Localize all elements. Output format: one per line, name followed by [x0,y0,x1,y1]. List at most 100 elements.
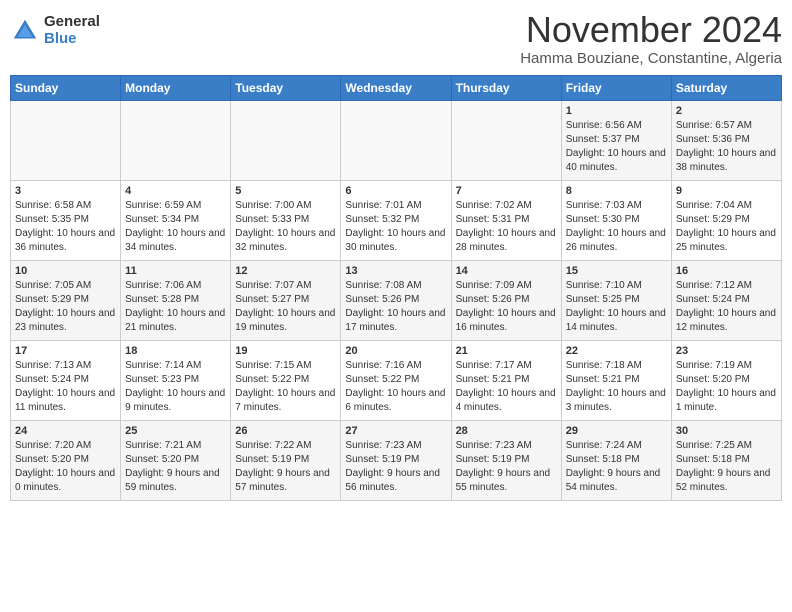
day-number: 7 [456,185,557,197]
day-number: 10 [15,265,116,277]
day-info: Sunrise: 7:08 AMSunset: 5:26 PMDaylight:… [345,279,446,335]
logo-blue-text: Blue [44,31,100,48]
calendar-week-row: 1 Sunrise: 6:56 AMSunset: 5:37 PMDaylight… [11,100,782,180]
calendar-day-cell: 13 Sunrise: 7:08 AMSunset: 5:26 PMDayligh… [341,260,451,340]
calendar-day-cell: 30 Sunrise: 7:25 AMSunset: 5:18 PMDayligh… [671,420,781,500]
calendar-day-cell: 7 Sunrise: 7:02 AMSunset: 5:31 PMDaylight… [451,180,561,260]
month-title: November 2024 [520,10,782,50]
weekday-header-cell: Monday [121,75,231,100]
day-number: 18 [125,345,226,357]
day-number: 25 [125,425,226,437]
day-info: Sunrise: 6:57 AMSunset: 5:36 PMDaylight:… [676,119,777,175]
weekday-header-cell: Tuesday [231,75,341,100]
calendar-day-cell: 2Sunrise: 6:57 AMSunset: 5:36 PMDaylight… [671,100,781,180]
day-info: Sunrise: 7:24 AMSunset: 5:18 PMDaylight:… [566,439,667,495]
calendar-day-cell: 12 Sunrise: 7:07 AMSunset: 5:27 PMDayligh… [231,260,341,340]
day-info: Sunrise: 7:09 AMSunset: 5:26 PMDaylight:… [456,279,557,335]
weekday-header-cell: Wednesday [341,75,451,100]
day-info: Sunrise: 7:15 AMSunset: 5:22 PMDaylight:… [235,359,336,415]
weekday-header-row: SundayMondayTuesdayWednesdayThursdayFrid… [11,75,782,100]
day-info: Sunrise: 7:23 AMSunset: 5:19 PMDaylight:… [456,439,557,495]
day-info: Sunrise: 7:01 AMSunset: 5:32 PMDaylight:… [345,199,446,255]
day-info: Sunrise: 7:00 AMSunset: 5:33 PMDaylight:… [235,199,336,255]
calendar-body: 1 Sunrise: 6:56 AMSunset: 5:37 PMDaylight… [11,100,782,500]
title-area: November 2024 Hamma Bouziane, Constantin… [520,10,782,67]
day-number: 29 [566,425,667,437]
calendar-day-cell: 5 Sunrise: 7:00 AMSunset: 5:33 PMDaylight… [231,180,341,260]
day-info: Sunrise: 7:02 AMSunset: 5:31 PMDaylight:… [456,199,557,255]
calendar-week-row: 17 Sunrise: 7:13 AMSunset: 5:24 PMDayligh… [11,340,782,420]
day-number: 30 [676,425,777,437]
day-info: Sunrise: 7:17 AMSunset: 5:21 PMDaylight:… [456,359,557,415]
location-title: Hamma Bouziane, Constantine, Algeria [520,50,782,67]
day-info: Sunrise: 7:18 AMSunset: 5:21 PMDaylight:… [566,359,667,415]
day-number: 28 [456,425,557,437]
day-info: Sunrise: 7:12 AMSunset: 5:24 PMDaylight:… [676,279,777,335]
day-number: 22 [566,345,667,357]
weekday-header-cell: Friday [561,75,671,100]
calendar-day-cell: 24Sunrise: 7:20 AMSunset: 5:20 PMDayligh… [11,420,121,500]
calendar-day-cell [451,100,561,180]
calendar-day-cell [231,100,341,180]
day-info: Sunrise: 7:21 AMSunset: 5:20 PMDaylight:… [125,439,226,495]
calendar-day-cell: 25 Sunrise: 7:21 AMSunset: 5:20 PMDayligh… [121,420,231,500]
day-number: 15 [566,265,667,277]
day-info: Sunrise: 7:25 AMSunset: 5:18 PMDaylight:… [676,439,777,495]
day-info: Sunrise: 6:56 AMSunset: 5:37 PMDaylight:… [566,119,667,175]
calendar-day-cell: 3Sunrise: 6:58 AMSunset: 5:35 PMDaylight… [11,180,121,260]
day-number: 26 [235,425,336,437]
day-info: Sunrise: 7:07 AMSunset: 5:27 PMDaylight:… [235,279,336,335]
calendar-day-cell: 18 Sunrise: 7:14 AMSunset: 5:23 PMDayligh… [121,340,231,420]
day-info: Sunrise: 6:58 AMSunset: 5:35 PMDaylight:… [15,199,116,255]
day-number: 4 [125,185,226,197]
day-number: 20 [345,345,446,357]
weekday-header-cell: Saturday [671,75,781,100]
logo-text: General Blue [44,14,100,47]
day-number: 24 [15,425,116,437]
day-number: 17 [15,345,116,357]
day-info: Sunrise: 7:14 AMSunset: 5:23 PMDaylight:… [125,359,226,415]
day-info: Sunrise: 7:13 AMSunset: 5:24 PMDaylight:… [15,359,116,415]
day-info: Sunrise: 6:59 AMSunset: 5:34 PMDaylight:… [125,199,226,255]
calendar-day-cell: 16Sunrise: 7:12 AMSunset: 5:24 PMDayligh… [671,260,781,340]
day-info: Sunrise: 7:03 AMSunset: 5:30 PMDaylight:… [566,199,667,255]
logo-general-text: General [44,14,100,31]
day-number: 19 [235,345,336,357]
day-number: 1 [566,105,667,117]
calendar-day-cell: 17 Sunrise: 7:13 AMSunset: 5:24 PMDayligh… [11,340,121,420]
day-number: 13 [345,265,446,277]
calendar-day-cell: 8 Sunrise: 7:03 AMSunset: 5:30 PMDaylight… [561,180,671,260]
calendar-day-cell: 6 Sunrise: 7:01 AMSunset: 5:32 PMDaylight… [341,180,451,260]
calendar-day-cell: 1 Sunrise: 6:56 AMSunset: 5:37 PMDaylight… [561,100,671,180]
day-info: Sunrise: 7:10 AMSunset: 5:25 PMDaylight:… [566,279,667,335]
day-info: Sunrise: 7:05 AMSunset: 5:29 PMDaylight:… [15,279,116,335]
calendar-day-cell: 21 Sunrise: 7:17 AMSunset: 5:21 PMDayligh… [451,340,561,420]
day-number: 12 [235,265,336,277]
page-header: General Blue November 2024 Hamma Bouzian… [10,10,782,67]
calendar-week-row: 24Sunrise: 7:20 AMSunset: 5:20 PMDayligh… [11,420,782,500]
calendar-day-cell: 22 Sunrise: 7:18 AMSunset: 5:21 PMDayligh… [561,340,671,420]
day-number: 6 [345,185,446,197]
calendar-day-cell: 27 Sunrise: 7:23 AMSunset: 5:19 PMDayligh… [341,420,451,500]
calendar-day-cell: 4 Sunrise: 6:59 AMSunset: 5:34 PMDaylight… [121,180,231,260]
day-info: Sunrise: 7:19 AMSunset: 5:20 PMDaylight:… [676,359,777,415]
weekday-header-cell: Thursday [451,75,561,100]
calendar-day-cell: 14Sunrise: 7:09 AMSunset: 5:26 PMDayligh… [451,260,561,340]
day-number: 23 [676,345,777,357]
calendar-day-cell [11,100,121,180]
calendar-day-cell: 11Sunrise: 7:06 AMSunset: 5:28 PMDayligh… [121,260,231,340]
weekday-header-cell: Sunday [11,75,121,100]
calendar-day-cell: 20Sunrise: 7:16 AMSunset: 5:22 PMDayligh… [341,340,451,420]
calendar-day-cell: 10 Sunrise: 7:05 AMSunset: 5:29 PMDayligh… [11,260,121,340]
calendar-day-cell [121,100,231,180]
calendar-day-cell: 19 Sunrise: 7:15 AMSunset: 5:22 PMDayligh… [231,340,341,420]
day-number: 8 [566,185,667,197]
day-number: 21 [456,345,557,357]
day-number: 27 [345,425,446,437]
calendar-day-cell: 15 Sunrise: 7:10 AMSunset: 5:25 PMDayligh… [561,260,671,340]
day-number: 5 [235,185,336,197]
day-number: 9 [676,185,777,197]
calendar-day-cell: 28 Sunrise: 7:23 AMSunset: 5:19 PMDayligh… [451,420,561,500]
calendar-day-cell: 26Sunrise: 7:22 AMSunset: 5:19 PMDayligh… [231,420,341,500]
day-info: Sunrise: 7:23 AMSunset: 5:19 PMDaylight:… [345,439,446,495]
